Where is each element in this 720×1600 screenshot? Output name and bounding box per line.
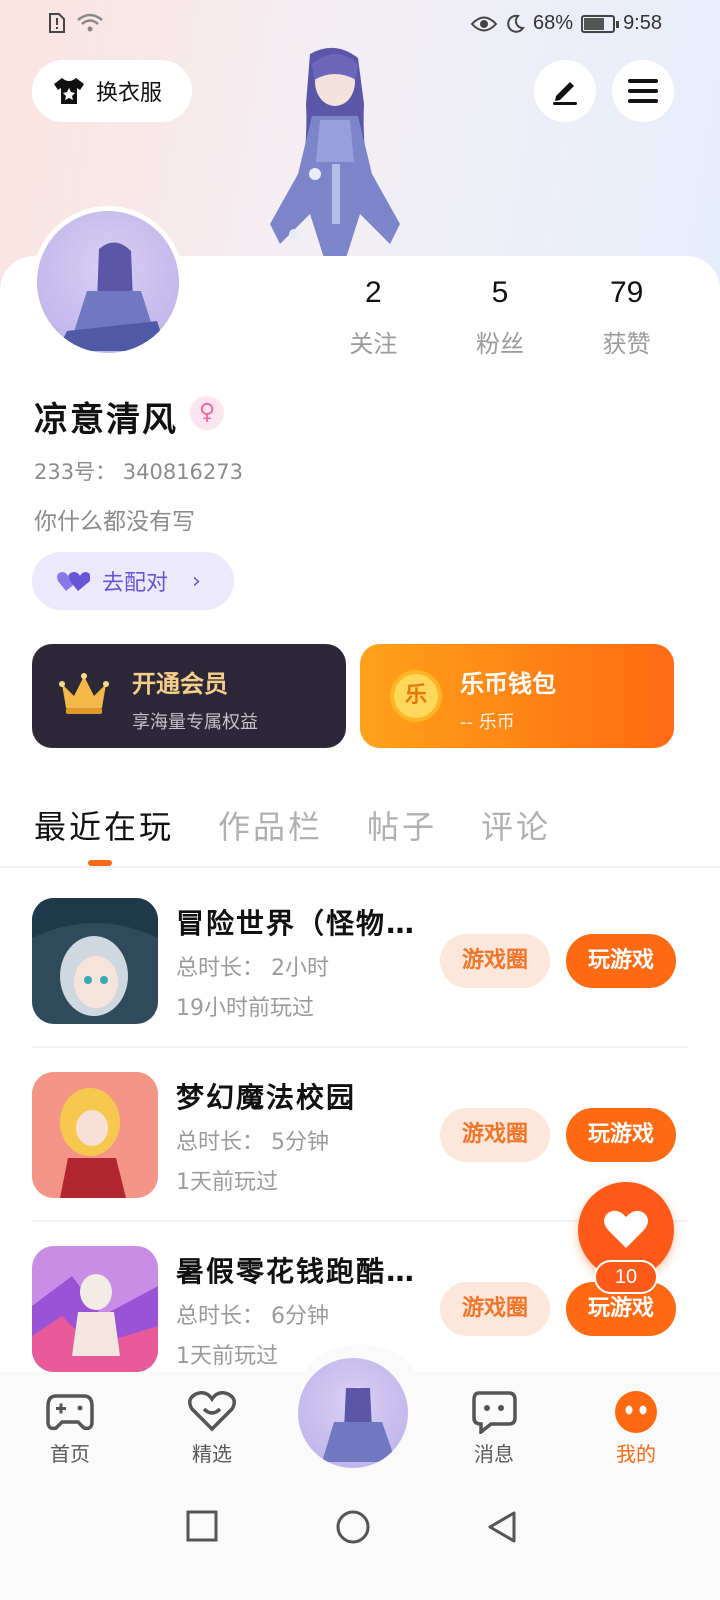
like-count-badge: 10 bbox=[594, 1260, 658, 1294]
avatar[interactable] bbox=[32, 206, 184, 358]
female-icon: ♀ bbox=[190, 396, 224, 430]
vip-card[interactable]: 开通会员 享海量专属权益 bbox=[32, 644, 346, 748]
hamburger-icon bbox=[628, 79, 658, 103]
game-duration: 总时长： 2小时 bbox=[176, 956, 329, 981]
game-icon[interactable] bbox=[32, 1246, 158, 1372]
nav-label: 首页 bbox=[50, 1442, 90, 1466]
gamepad-icon bbox=[46, 1394, 94, 1431]
game-last-played: 1天前玩过 bbox=[176, 1170, 278, 1195]
eye-icon bbox=[471, 16, 498, 31]
nav-center-avatar-button[interactable] bbox=[298, 1358, 408, 1468]
game-circle-button[interactable]: 游戏圈 bbox=[440, 934, 550, 988]
game-thumbnail bbox=[32, 898, 158, 1024]
game-duration: 总时长： 6分钟 bbox=[176, 1304, 329, 1329]
game-last-played: 1天前玩过 bbox=[176, 1344, 278, 1369]
game-icon[interactable] bbox=[32, 1072, 158, 1198]
tab-posts[interactable]: 帖子 bbox=[367, 802, 437, 848]
game-name: 梦幻魔法校园 bbox=[176, 1081, 357, 1114]
home-icon[interactable] bbox=[336, 1510, 370, 1544]
nav-label: 消息 bbox=[474, 1442, 514, 1466]
wallet-subtitle: -- 乐币 bbox=[460, 712, 515, 733]
wifi-icon bbox=[77, 13, 103, 32]
nav-item-featured[interactable]: 精选 bbox=[162, 1390, 262, 1467]
stat-label: 获赞 bbox=[602, 330, 651, 358]
chevron-right-icon: › bbox=[192, 568, 201, 594]
nav-item-messages[interactable]: 消息 bbox=[444, 1390, 544, 1467]
match-button[interactable]: 去配对 › bbox=[32, 552, 234, 610]
nav-item-me[interactable]: 我的 bbox=[586, 1390, 686, 1467]
game-circle-button[interactable]: 游戏圈 bbox=[440, 1282, 550, 1336]
moon-icon bbox=[507, 14, 525, 33]
status-bar: 68% 9:58 bbox=[0, 0, 720, 48]
play-game-button[interactable]: 玩游戏 bbox=[566, 934, 676, 988]
list-item[interactable]: 梦幻魔法校园 总时长： 5分钟 1天前玩过 游戏圈 玩游戏 bbox=[32, 1072, 688, 1200]
list-item[interactable]: 冒险世界（怪物… 总时长： 2小时 19小时前玩过 游戏圈 玩游戏 bbox=[32, 898, 688, 1026]
stat-label: 关注 bbox=[349, 330, 398, 358]
battery-percent: 68% bbox=[533, 12, 574, 34]
stat-value: 79 bbox=[609, 276, 644, 309]
recent-apps-icon[interactable] bbox=[186, 1510, 218, 1544]
back-icon[interactable] bbox=[486, 1510, 518, 1544]
game-circle-button[interactable]: 游戏圈 bbox=[440, 1108, 550, 1162]
game-last-played: 19小时前玩过 bbox=[176, 996, 314, 1021]
avatar-character bbox=[57, 242, 167, 351]
system-nav-bar bbox=[0, 1482, 720, 1600]
pen-icon bbox=[553, 82, 577, 105]
match-label: 去配对 bbox=[102, 571, 169, 596]
username: 凉意清风 bbox=[34, 400, 178, 440]
stats-row: 2 关注 5 粉丝 79 获赞 bbox=[310, 276, 690, 359]
coin-icon: 乐 bbox=[390, 670, 442, 722]
battery-icon bbox=[581, 14, 620, 33]
stat-followers[interactable]: 5 粉丝 bbox=[437, 276, 564, 359]
nav-label: 精选 bbox=[192, 1442, 232, 1466]
nav-label: 我的 bbox=[616, 1442, 656, 1466]
tab-works[interactable]: 作品栏 bbox=[218, 802, 323, 848]
play-game-button[interactable]: 玩游戏 bbox=[566, 1108, 676, 1162]
game-thumbnail bbox=[32, 1072, 158, 1198]
wallet-card[interactable]: 乐 乐币钱包 -- 乐币 bbox=[360, 644, 674, 748]
crown-icon bbox=[59, 673, 109, 714]
menu-button[interactable] bbox=[612, 60, 674, 122]
avatar-character bbox=[322, 1387, 396, 1462]
edit-profile-button[interactable] bbox=[534, 60, 596, 122]
character-figure[interactable] bbox=[250, 44, 420, 258]
stat-following[interactable]: 2 关注 bbox=[310, 276, 437, 359]
content-tabs: 最近在玩 作品栏 帖子 评论 bbox=[34, 802, 551, 866]
user-id[interactable]: 233号： 340816273 bbox=[34, 456, 243, 486]
double-heart-icon bbox=[57, 572, 90, 591]
divider bbox=[0, 866, 720, 868]
divider bbox=[32, 1046, 688, 1048]
change-outfit-label: 换衣服 bbox=[96, 81, 163, 106]
tab-recent[interactable]: 最近在玩 bbox=[34, 802, 174, 866]
game-name: 暑假零花钱跑酷… bbox=[176, 1255, 417, 1288]
bio: 你什么都没有写 bbox=[34, 509, 195, 535]
game-thumbnail bbox=[32, 1246, 158, 1372]
stat-label: 粉丝 bbox=[476, 330, 524, 358]
heart-chat-icon bbox=[188, 1391, 236, 1432]
vip-title: 开通会员 bbox=[132, 670, 228, 698]
tshirt-icon bbox=[54, 78, 84, 104]
message-icon bbox=[472, 1391, 517, 1434]
vip-subtitle: 享海量专属权益 bbox=[132, 712, 258, 733]
stat-likes[interactable]: 79 获赞 bbox=[563, 276, 690, 359]
change-outfit-button[interactable]: 换衣服 bbox=[32, 60, 192, 122]
face-icon bbox=[615, 1391, 657, 1433]
stat-value: 5 bbox=[491, 276, 509, 309]
nav-item-home[interactable]: 首页 bbox=[20, 1390, 120, 1467]
game-icon[interactable] bbox=[32, 898, 158, 1024]
clock: 9:58 bbox=[623, 12, 662, 34]
sim-alert-icon bbox=[49, 13, 65, 33]
stat-value: 2 bbox=[364, 276, 382, 309]
game-duration: 总时长： 5分钟 bbox=[176, 1130, 329, 1155]
tab-comments[interactable]: 评论 bbox=[481, 802, 551, 848]
wallet-title: 乐币钱包 bbox=[460, 670, 556, 698]
game-name: 冒险世界（怪物… bbox=[176, 907, 417, 940]
